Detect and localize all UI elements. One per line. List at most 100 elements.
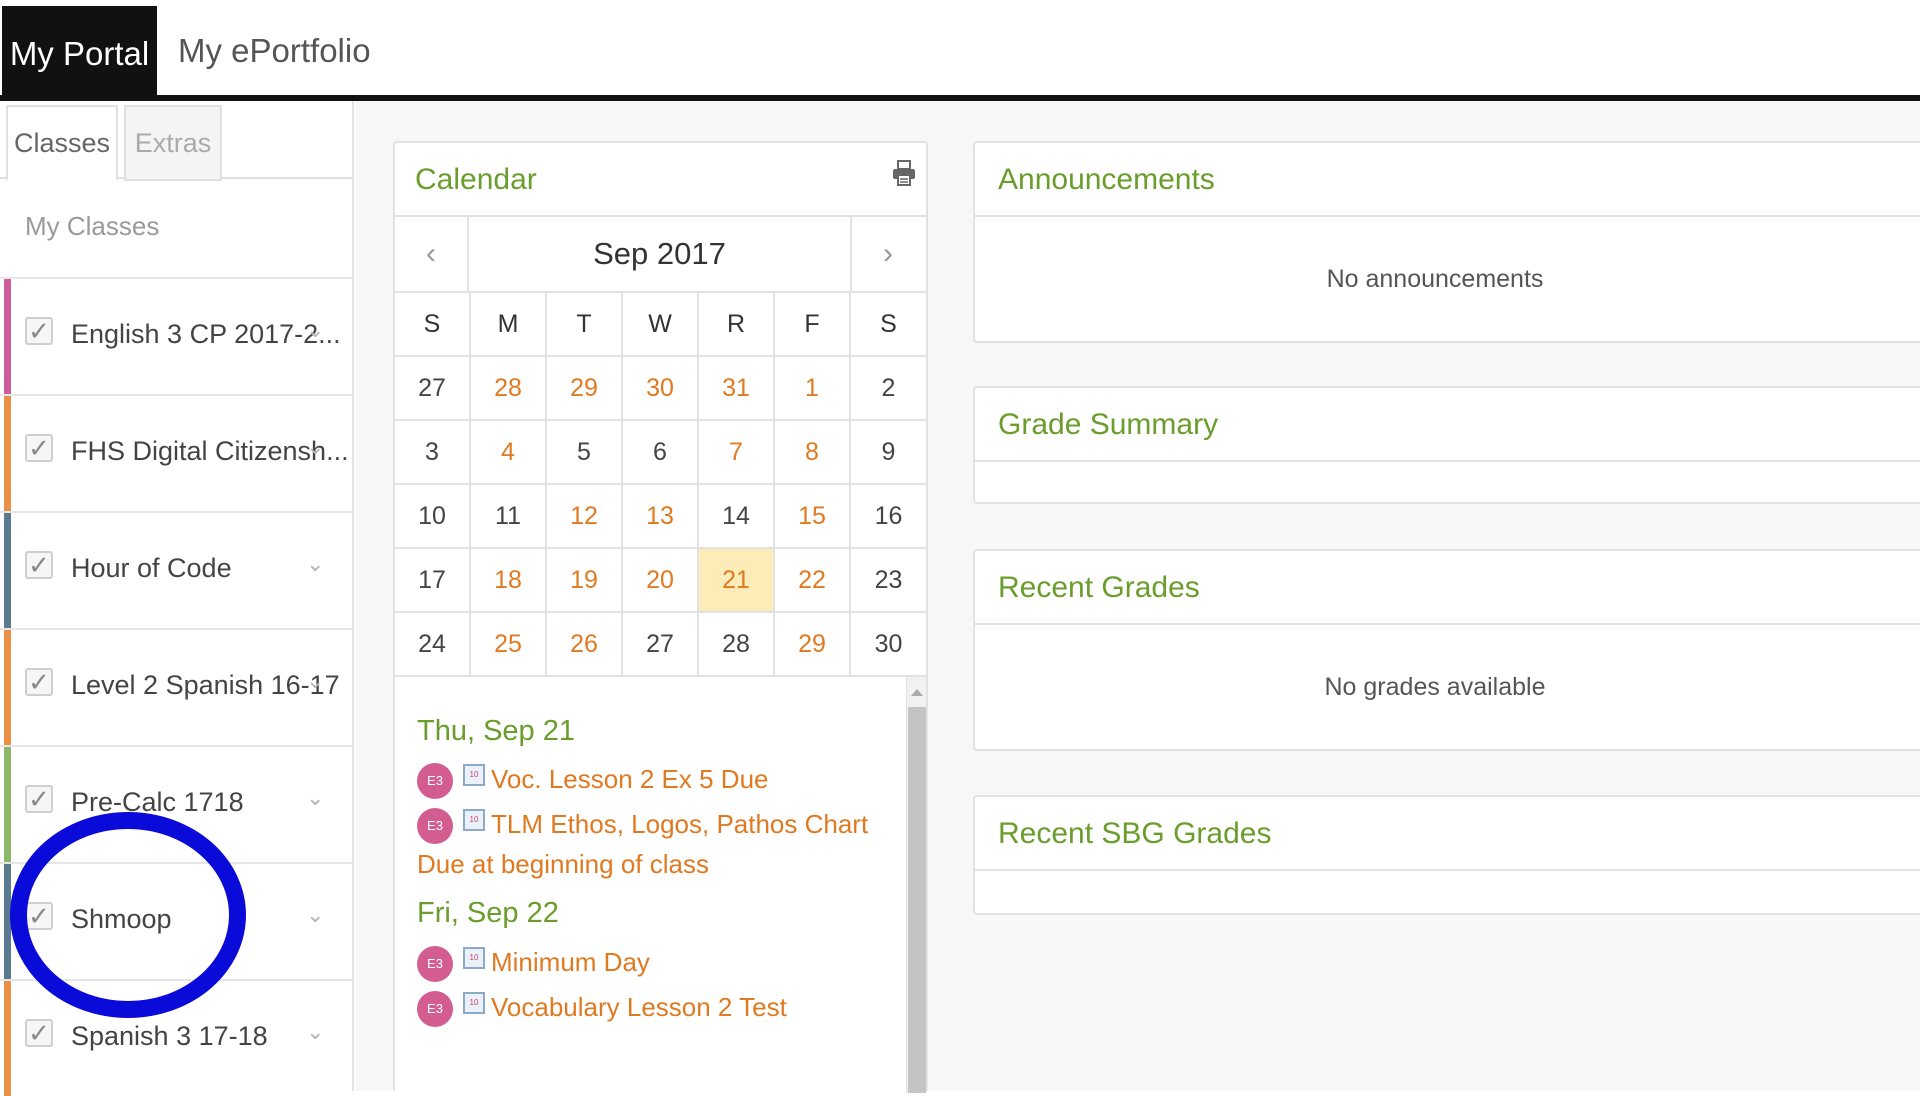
next-month-button[interactable]: › xyxy=(850,217,924,291)
class-badge: E3 xyxy=(417,946,453,983)
chevron-down-icon[interactable]: ⌄ xyxy=(306,551,324,577)
calendar-day[interactable]: 31 xyxy=(699,357,775,419)
prev-month-button[interactable]: ‹ xyxy=(395,217,469,291)
grade-summary-title: Grade Summary xyxy=(998,408,1219,441)
recent-grades-header: Recent Grades xyxy=(975,551,1920,625)
calendar-day[interactable]: 1 xyxy=(775,357,851,419)
event-title[interactable]: Vocabulary Lesson 2 Test xyxy=(491,992,787,1022)
calendar-day[interactable]: 12 xyxy=(547,485,623,547)
weekday-label: T xyxy=(547,293,623,355)
week-row: 24 25 26 27 28 29 30 xyxy=(395,613,926,677)
week-row: 10 11 12 13 14 15 16 xyxy=(395,485,926,549)
chevron-down-icon[interactable]: ⌄ xyxy=(306,902,324,928)
week-row: 27 28 29 30 31 1 2 xyxy=(395,357,926,421)
chevron-down-icon[interactable]: ⌄ xyxy=(306,434,324,460)
event-title[interactable]: Voc. Lesson 2 Ex 5 Due xyxy=(491,764,769,794)
class-color-stripe xyxy=(4,981,11,1096)
event-item[interactable]: E3 10 TLM Ethos, Logos, Pathos Chart Due a… xyxy=(417,804,887,884)
announcements-body: No announcements xyxy=(1326,264,1544,293)
calendar-day[interactable]: 14 xyxy=(699,485,775,547)
tab-extras[interactable]: Extras xyxy=(124,105,222,181)
top-nav: My Portal My ePortfolio xyxy=(0,0,1920,101)
events-list: Thu, Sep 21 E3 10 Voc. Lesson 2 Ex 5 Due E3 1… xyxy=(395,677,905,1093)
sidebar-tabs: Classes Extras xyxy=(0,101,352,181)
chevron-down-icon[interactable]: ⌄ xyxy=(306,785,324,811)
calendar-day[interactable]: 27 xyxy=(395,357,471,419)
tab-classes[interactable]: Classes xyxy=(6,105,118,181)
class-item[interactable]: ✓ Level 2 Spanish 16-17 ⌄ xyxy=(0,628,352,745)
class-name: Spanish 3 17-18 xyxy=(71,1021,268,1051)
calendar-day[interactable]: 23 xyxy=(851,549,926,611)
calendar-day[interactable]: 28 xyxy=(699,613,775,675)
event-day-heading: Thu, Sep 21 xyxy=(417,715,575,747)
calendar-day[interactable]: 24 xyxy=(395,613,471,675)
chevron-down-icon[interactable]: ⌄ xyxy=(306,317,324,343)
calendar-day[interactable]: 25 xyxy=(471,613,547,675)
annotation-circle xyxy=(10,812,246,1018)
class-checkbox[interactable]: ✓ xyxy=(25,317,53,345)
calendar-day[interactable]: 10 xyxy=(395,485,471,547)
class-checkbox[interactable]: ✓ xyxy=(25,434,53,462)
class-badge: E3 xyxy=(417,763,453,800)
chevron-down-icon[interactable]: ⌄ xyxy=(306,1019,324,1045)
calendar-day[interactable]: 16 xyxy=(851,485,926,547)
calendar-day[interactable]: 30 xyxy=(623,357,699,419)
class-name: Hour of Code xyxy=(71,553,232,583)
weekday-header-row: SMTWRFS xyxy=(395,293,926,357)
calendar-day[interactable]: 18 xyxy=(471,549,547,611)
calendar-day[interactable]: 8 xyxy=(775,421,851,483)
calendar-day[interactable]: 15 xyxy=(775,485,851,547)
recent-grades-title: Recent Grades xyxy=(998,571,1200,604)
event-item[interactable]: E3 10 Minimum Day xyxy=(417,942,887,983)
calendar-day[interactable]: 5 xyxy=(547,421,623,483)
events-scrollbar[interactable] xyxy=(906,677,926,1093)
class-item[interactable]: ✓ Hour of Code ⌄ xyxy=(0,511,352,628)
class-color-stripe xyxy=(4,747,11,862)
tab-my-eportfolio[interactable]: My ePortfolio xyxy=(178,6,371,95)
calendar-day[interactable]: 26 xyxy=(547,613,623,675)
calendar-day[interactable]: 7 xyxy=(699,421,775,483)
recent-sbg-grades-panel: Recent SBG Grades xyxy=(973,795,1920,915)
class-checkbox[interactable]: ✓ xyxy=(25,551,53,579)
class-color-stripe xyxy=(4,279,11,394)
announcements-panel: Announcements No announcements xyxy=(973,141,1920,343)
class-checkbox[interactable]: ✓ xyxy=(25,785,53,813)
announcements-header: Announcements xyxy=(975,143,1920,217)
event-item[interactable]: E3 10 Voc. Lesson 2 Ex 5 Due xyxy=(417,759,887,800)
calendar-day[interactable]: 22 xyxy=(775,549,851,611)
class-item[interactable]: ✓ English 3 CP 2017-2... ⌄ xyxy=(0,277,352,394)
event-item[interactable]: E3 10 Vocabulary Lesson 2 Test xyxy=(417,987,887,1028)
calendar-event-icon: 10 xyxy=(463,992,485,1015)
calendar-day[interactable]: 3 xyxy=(395,421,471,483)
class-item[interactable]: ✓ FHS Digital Citizensh... ⌄ xyxy=(0,394,352,511)
weekday-label: W xyxy=(623,293,699,355)
class-name: Level 2 Spanish 16-17 xyxy=(71,670,340,700)
calendar-day[interactable]: 29 xyxy=(547,357,623,419)
calendar-day[interactable]: 20 xyxy=(623,549,699,611)
calendar-grid: S M T W R F S 27 28 29 30 31 1 2 3 4 5 6 7 8 9 10 11 12 13 14 15 16… xyxy=(395,293,926,677)
scroll-up-arrow-icon[interactable] xyxy=(911,689,923,696)
calendar-day[interactable]: 17 xyxy=(395,549,471,611)
grade-summary-panel: Grade Summary xyxy=(973,386,1920,504)
calendar-day[interactable]: 21 xyxy=(699,549,775,611)
calendar-day[interactable]: 2 xyxy=(851,357,926,419)
weekday-label: F xyxy=(775,293,851,355)
chevron-down-icon[interactable]: ⌄ xyxy=(306,668,324,694)
class-checkbox[interactable]: ✓ xyxy=(25,1019,53,1047)
calendar-day[interactable]: 29 xyxy=(775,613,851,675)
calendar-day[interactable]: 4 xyxy=(471,421,547,483)
print-icon[interactable] xyxy=(892,159,916,187)
calendar-day[interactable]: 9 xyxy=(851,421,926,483)
calendar-day[interactable]: 19 xyxy=(547,549,623,611)
calendar-day[interactable]: 6 xyxy=(623,421,699,483)
event-title[interactable]: Minimum Day xyxy=(491,947,650,977)
calendar-day[interactable]: 27 xyxy=(623,613,699,675)
calendar-day[interactable]: 30 xyxy=(851,613,926,675)
calendar-day[interactable]: 13 xyxy=(623,485,699,547)
class-checkbox[interactable]: ✓ xyxy=(25,668,53,696)
scroll-thumb[interactable] xyxy=(908,707,926,1093)
tab-my-portal[interactable]: My Portal xyxy=(2,6,157,101)
calendar-day[interactable]: 28 xyxy=(471,357,547,419)
calendar-day[interactable]: 11 xyxy=(471,485,547,547)
class-badge: E3 xyxy=(417,991,453,1028)
